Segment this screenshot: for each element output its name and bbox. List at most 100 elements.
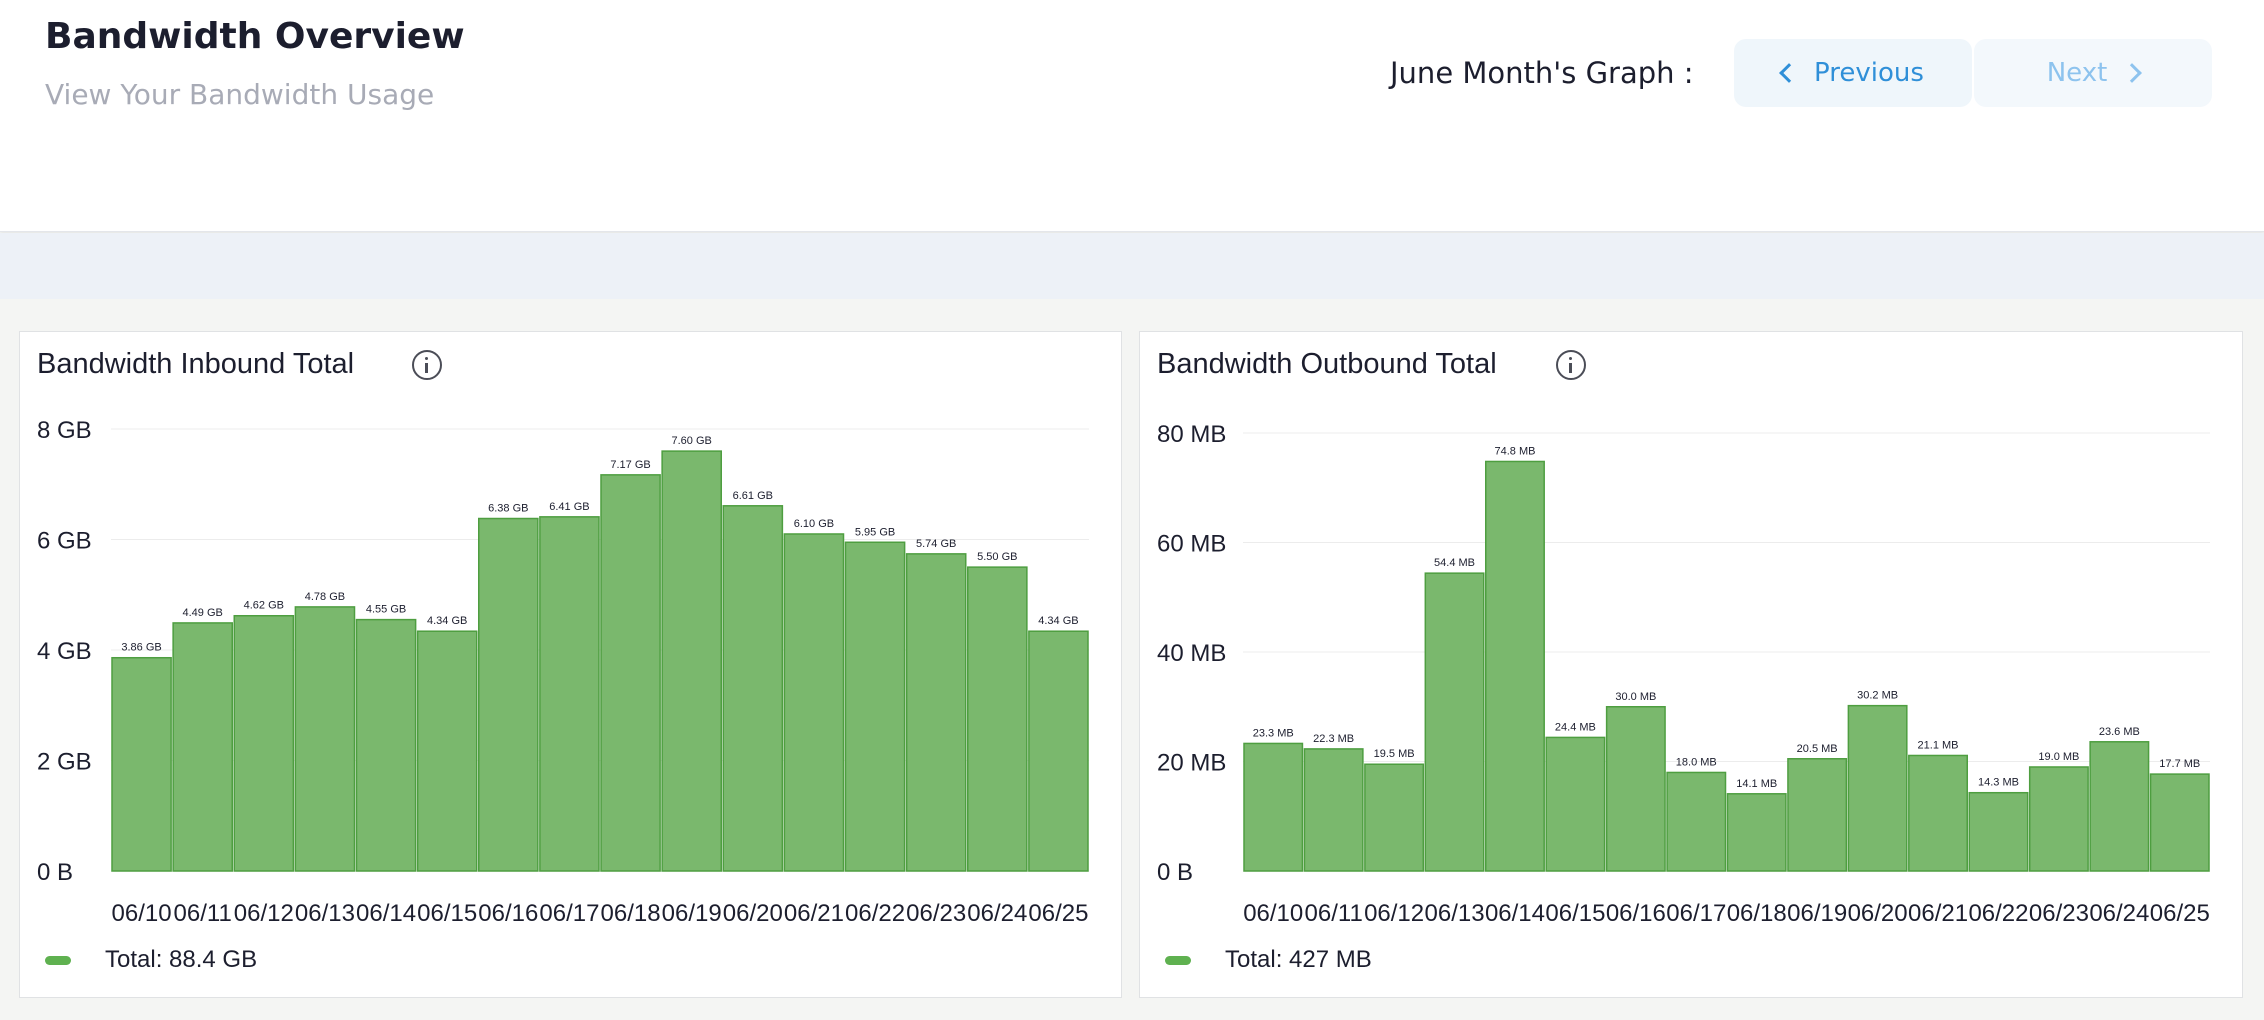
x-tick-label: 06/18 [1727, 900, 1787, 927]
outbound-legend-label: Total: 427 MB [1225, 946, 1372, 973]
bar [905, 553, 967, 872]
bar [1605, 706, 1666, 872]
legend-swatch [45, 955, 71, 965]
y-tick-label: 40 MB [1157, 640, 1226, 667]
x-tick-label: 06/25 [1028, 900, 1088, 927]
x-tick-label: 06/17 [539, 900, 599, 927]
next-button[interactable]: Next [1974, 39, 2212, 107]
y-tick-label: 2 GB [37, 749, 92, 776]
bar-data-label: 3.86 GB [121, 642, 161, 654]
bar-data-label: 21.1 MB [1918, 739, 1959, 751]
page-subtitle: View Your Bandwidth Usage [45, 78, 435, 111]
bar [1545, 736, 1606, 872]
legend-swatch [1165, 955, 1191, 965]
x-tick-label: 06/15 [1545, 900, 1605, 927]
x-tick-label: 06/10 [112, 900, 172, 927]
y-tick-label: 4 GB [37, 638, 92, 665]
bar-data-label: 14.1 MB [1736, 778, 1777, 790]
x-tick-label: 06/12 [1364, 900, 1424, 927]
bar [661, 450, 722, 872]
bar [2028, 766, 2089, 872]
x-tick-label: 06/22 [1968, 900, 2028, 927]
bar-data-label: 30.0 MB [1615, 691, 1656, 703]
bar-data-label: 23.3 MB [1253, 727, 1294, 739]
bar-data-label: 5.74 GB [916, 538, 956, 550]
bar [111, 656, 172, 872]
bar-data-label: 4.78 GB [305, 591, 345, 603]
x-tick-label: 06/21 [784, 900, 844, 927]
inbound-panel: Bandwidth Inbound Total 0 B2 GB 4 GB 6 GB 8… [19, 331, 1122, 998]
bar-data-label: 6.61 GB [733, 490, 773, 502]
bar-data-label: 6.10 GB [794, 518, 834, 530]
bar [1908, 754, 1968, 872]
bar-data-label: 4.34 GB [427, 615, 467, 627]
bar-data-label: 4.55 GB [366, 604, 406, 616]
inbound-legend-label: Total: 88.4 GB [105, 946, 258, 973]
y-tick-label: 20 MB [1157, 750, 1226, 777]
bar-data-label: 4.49 GB [183, 607, 223, 619]
x-tick-label: 06/23 [906, 900, 966, 927]
x-tick-label: 06/14 [356, 900, 416, 927]
bar [355, 618, 417, 872]
y-tick-label: 80 MB [1157, 421, 1226, 448]
bar-data-label: 7.17 GB [610, 459, 650, 471]
x-tick-label: 06/18 [601, 900, 661, 927]
bar-data-label: 17.7 MB [2159, 758, 2200, 770]
bar-data-label: 74.8 MB [1494, 445, 1535, 457]
bar [2089, 741, 2150, 872]
inbound-bar-chart: 0 B 2 GB 4 GB 6 GB 8 GB 3.86 GB 06/10 4.49 GB 06… [37, 417, 1089, 927]
bar [967, 566, 1028, 872]
bar [1243, 742, 1304, 872]
x-tick-label: 06/14 [1485, 900, 1545, 927]
month-graph-label: June Month's Graph : [1390, 56, 1694, 90]
inbound-legend[interactable]: Total: 88.4 GB [45, 946, 257, 974]
bar [1485, 460, 1545, 872]
bar-data-label: 23.6 MB [2099, 726, 2140, 738]
x-tick-label: 06/15 [417, 900, 477, 927]
bar [233, 614, 295, 872]
x-tick-label: 06/21 [1908, 900, 1968, 927]
chevron-left-icon [1779, 63, 1799, 83]
x-tick-label: 06/25 [2150, 900, 2210, 927]
bar-data-label: 6.41 GB [549, 501, 589, 513]
x-tick-label: 06/11 [1305, 900, 1363, 927]
bar-data-label: 18.0 MB [1676, 756, 1717, 768]
y-tick-label: 6 GB [37, 528, 92, 555]
bar [844, 541, 906, 872]
bar-data-label: 4.34 GB [1038, 615, 1078, 627]
outbound-legend[interactable]: Total: 427 MB [1165, 946, 1372, 974]
y-tick-label: 8 GB [37, 417, 92, 444]
previous-button-label: Previous [1814, 58, 1924, 88]
bar-data-label: 20.5 MB [1797, 743, 1838, 755]
x-tick-label: 06/10 [1243, 900, 1303, 927]
x-tick-label: 06/11 [174, 900, 232, 927]
bar [1666, 771, 1727, 872]
bar-data-label: 54.4 MB [1434, 557, 1475, 569]
bar-data-label: 6.38 GB [488, 503, 528, 515]
y-tick-label: 60 MB [1157, 531, 1226, 558]
x-tick-label: 06/13 [1425, 900, 1485, 927]
bar [1424, 572, 1485, 872]
bar [1303, 748, 1364, 872]
previous-button[interactable]: Previous [1734, 39, 1972, 107]
bar [1787, 758, 1848, 872]
bar [539, 516, 600, 872]
bar-data-label: 7.60 GB [672, 435, 712, 447]
x-tick-label: 06/20 [723, 900, 783, 927]
x-tick-label: 06/24 [967, 900, 1027, 927]
divider-band [0, 233, 2264, 299]
bar [2149, 773, 2210, 872]
x-tick-label: 06/19 [662, 900, 722, 927]
x-tick-label: 06/13 [295, 900, 355, 927]
bar [416, 630, 478, 872]
bar [1364, 763, 1425, 872]
bar-data-label: 19.5 MB [1374, 748, 1415, 760]
bar-data-label: 5.95 GB [855, 526, 895, 538]
x-tick-label: 06/16 [478, 900, 538, 927]
x-tick-label: 06/22 [845, 900, 905, 927]
bar-data-label: 19.0 MB [2038, 751, 2079, 763]
page-title: Bandwidth Overview [45, 16, 465, 57]
outbound-panel: Bandwidth Outbound Total 0 B 20 MB 40 MB 60… [1139, 331, 2243, 998]
bar [478, 517, 539, 872]
bar-data-label: 22.3 MB [1313, 733, 1354, 745]
